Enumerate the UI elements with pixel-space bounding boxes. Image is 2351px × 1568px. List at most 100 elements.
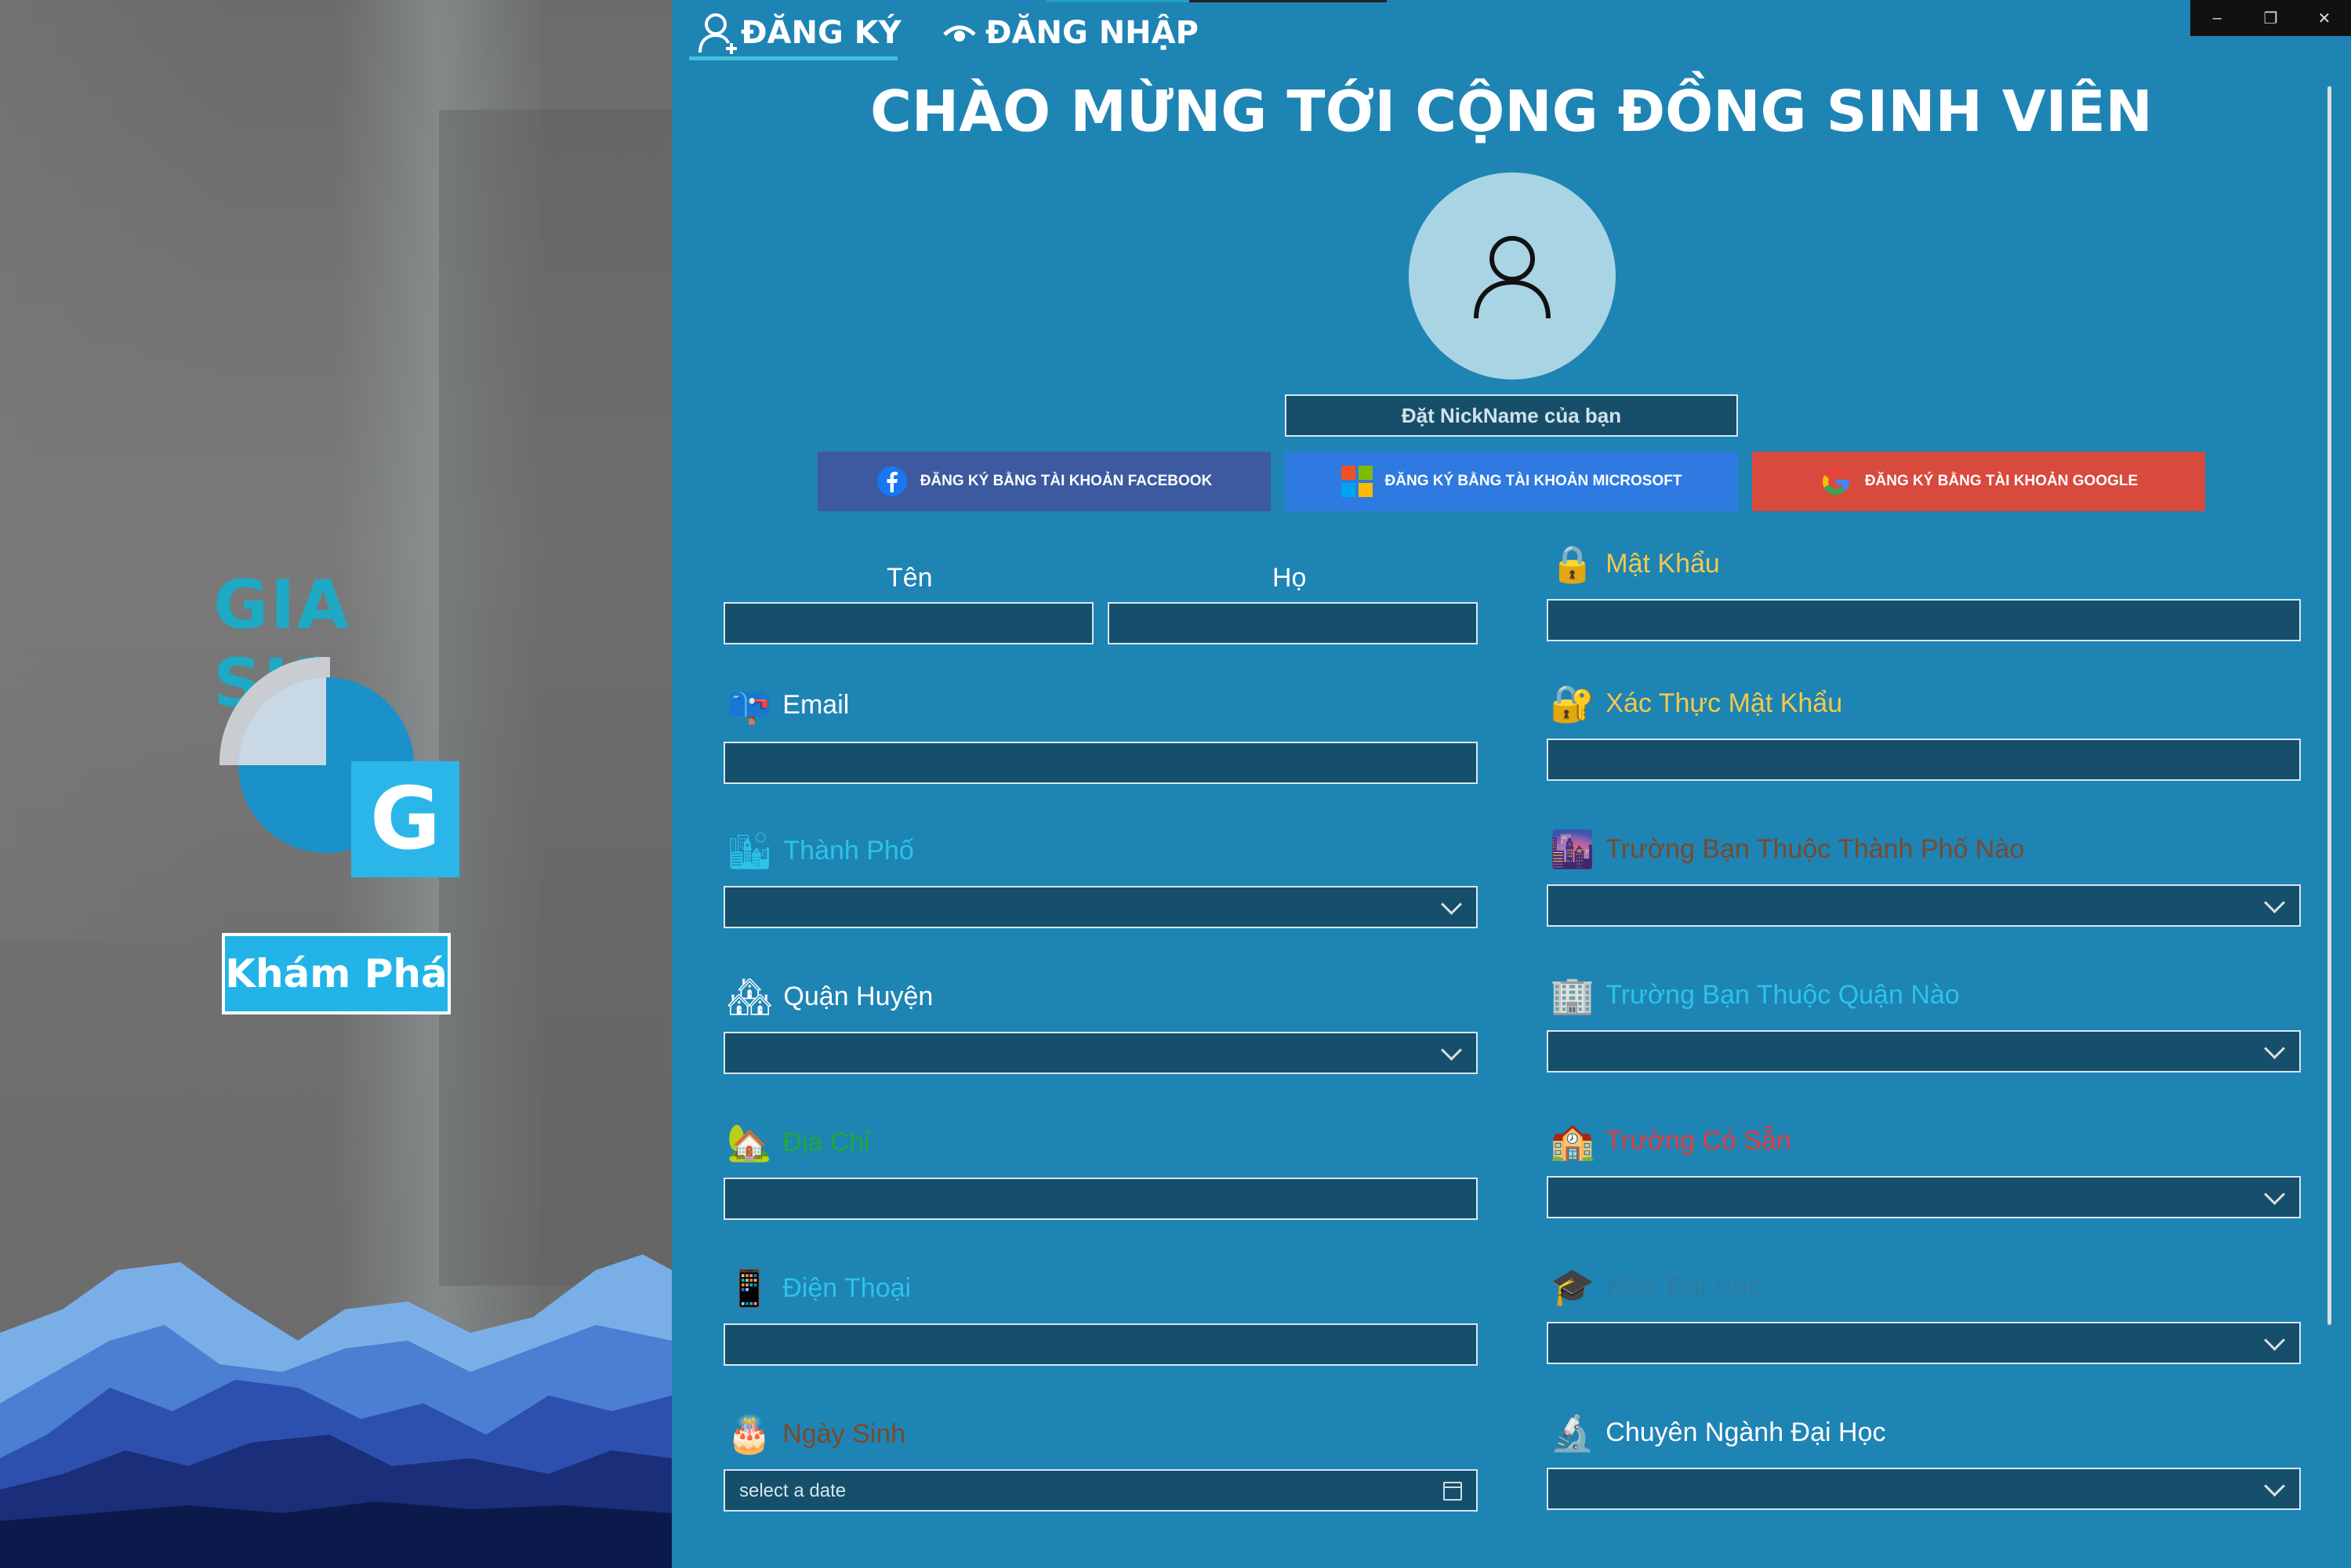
- left-panel: GIA SƯ G Khám Phá: [0, 0, 672, 1568]
- restore-button[interactable]: ❐: [2244, 0, 2297, 36]
- mountains-illustration: [0, 1254, 672, 1568]
- address-field[interactable]: [724, 1178, 1478, 1220]
- phone-field[interactable]: [724, 1323, 1478, 1366]
- user-icon: [1474, 236, 1551, 319]
- microsoft-icon: [1341, 466, 1373, 497]
- minimize-button[interactable]: –: [2190, 0, 2244, 36]
- signup-panel: ĐĂNG KÝ ĐĂNG NHẬP – ❐ ✕ CHÀO MỪNG TỚI CỘ…: [672, 0, 2351, 1568]
- logo-letter: G: [370, 768, 441, 869]
- password-label: Mật Khẩu: [1605, 548, 1720, 579]
- facebook-signup-label: ĐĂNG KÝ BẰNG TÀI KHOẢN FACEBOOK: [920, 473, 1213, 489]
- birthday-placeholder: select a date: [739, 1480, 847, 1501]
- confirm-password-label: Xác Thực Mật Khẩu: [1605, 688, 1843, 718]
- city-icon: 🏙: [727, 830, 773, 871]
- chevron-down-icon: [2264, 892, 2285, 913]
- tab-login-label: ĐĂNG NHẬP: [985, 15, 1199, 51]
- tab-register[interactable]: ĐĂNG KÝ: [697, 9, 902, 56]
- tab-register-label: ĐĂNG KÝ: [741, 15, 902, 51]
- major-label-row: 🔬 Chuyên Ngành Đại Học: [1550, 1414, 1885, 1450]
- microscope-icon: 🔬: [1550, 1412, 1595, 1453]
- lock-icon: 🔒: [1550, 543, 1595, 584]
- confirm-password-field[interactable]: [1547, 739, 2301, 781]
- facebook-icon: [876, 466, 907, 496]
- existing-school-label-row: 🏫 Trường Có Sẵn: [1550, 1123, 1791, 1159]
- cake-icon: 🎂: [727, 1414, 772, 1454]
- chevron-down-icon: [2264, 1475, 2285, 1497]
- graduation-cap-icon: 🎓: [1550, 1266, 1595, 1307]
- houses-icon: 🏘: [727, 976, 773, 1017]
- chevron-down-icon: [2264, 1330, 2285, 1351]
- window-controls: – ❐ ✕: [2190, 0, 2351, 36]
- chevron-down-icon: [1441, 894, 1462, 915]
- school-district-select[interactable]: [1547, 1030, 2301, 1073]
- tab-login[interactable]: ĐĂNG NHẬP: [941, 9, 1199, 56]
- district-label: Quận Huyện: [783, 981, 934, 1011]
- university-block-select[interactable]: [1547, 1322, 2301, 1364]
- phone-label: Điện Thoại: [782, 1272, 912, 1303]
- mobile-phone-icon: 📱: [727, 1268, 772, 1308]
- confirm-password-label-row: 🔐 Xác Thực Mật Khẩu: [1550, 685, 1842, 721]
- nickname-input[interactable]: Đặt NickName của bạn: [1285, 394, 1738, 437]
- chevron-down-icon: [2264, 1184, 2285, 1205]
- email-label: Email: [782, 689, 850, 720]
- chevron-down-icon: [2264, 1038, 2285, 1059]
- existing-school-select[interactable]: [1547, 1176, 2301, 1218]
- buildings-icon: 🏢: [1550, 975, 1595, 1015]
- district-select[interactable]: [724, 1032, 1478, 1074]
- address-label-row: 🏡 Địa Chỉ: [727, 1124, 870, 1160]
- city-label: Thành Phố: [783, 835, 914, 866]
- school-district-label-row: 🏢 Trường Bạn Thuộc Quận Nào: [1550, 977, 1960, 1013]
- password-label-row: 🔒 Mật Khẩu: [1550, 546, 1720, 582]
- birthday-datepicker[interactable]: select a date: [724, 1469, 1478, 1512]
- birthday-label-row: 🎂 Ngày Sinh: [727, 1416, 905, 1452]
- page-title: CHÀO MỪNG TỚI CỘNG ĐỒNG SINH VIÊN: [870, 78, 2153, 144]
- google-signup-label: ĐĂNG KÝ BẰNG TÀI KHOẢN GOOGLE: [1864, 473, 2139, 489]
- university-block-label-row: 🎓 Khối Đại Học: [1550, 1269, 1761, 1305]
- close-button[interactable]: ✕: [2298, 0, 2351, 36]
- major-select[interactable]: [1547, 1468, 2301, 1510]
- university-block-label: Khối Đại Học: [1605, 1271, 1761, 1301]
- google-signup-button[interactable]: ĐĂNG KÝ BẰNG TÀI KHOẢN GOOGLE: [1752, 452, 2205, 511]
- cityscape-icon: 🌆: [1550, 829, 1595, 869]
- lock-key-icon: 🔐: [1550, 683, 1595, 724]
- logo-icon: G: [219, 656, 459, 877]
- calendar-icon[interactable]: [1443, 1482, 1462, 1501]
- google-icon: [1822, 468, 1849, 495]
- birthday-label: Ngày Sinh: [782, 1418, 906, 1449]
- address-label: Địa Chỉ: [782, 1127, 870, 1157]
- last-name-label: Họ: [1272, 563, 1307, 593]
- city-select[interactable]: [724, 886, 1478, 928]
- microsoft-signup-label: ĐĂNG KÝ BẰNG TÀI KHOẢN MICROSOFT: [1384, 473, 1682, 489]
- eye-icon: [943, 25, 976, 42]
- background-blur: [0, 0, 235, 941]
- explore-button[interactable]: Khám Phá: [222, 933, 451, 1014]
- existing-school-label: Trường Có Sẵn: [1605, 1125, 1791, 1156]
- active-tab-indicator: [689, 56, 898, 60]
- email-field[interactable]: [724, 742, 1478, 784]
- last-name-field[interactable]: [1108, 602, 1478, 644]
- chevron-down-icon: [1441, 1040, 1462, 1061]
- facebook-signup-button[interactable]: ĐĂNG KÝ BẰNG TÀI KHOẢN FACEBOOK: [818, 452, 1271, 511]
- add-user-icon: [698, 13, 737, 54]
- district-label-row: 🏘 Quận Huyện: [727, 978, 933, 1014]
- avatar[interactable]: [1409, 172, 1616, 379]
- school-icon: 🏫: [1550, 1120, 1595, 1161]
- first-name-field[interactable]: [724, 602, 1094, 644]
- school-city-label: Trường Bạn Thuộc Thành Phố Nào: [1605, 833, 2025, 864]
- phone-label-row: 📱 Điện Thoại: [727, 1270, 911, 1306]
- scrollbar[interactable]: [2327, 86, 2331, 1325]
- house-icon: 🏡: [727, 1122, 772, 1163]
- top-progress-strip: [1189, 0, 1387, 2]
- school-city-select[interactable]: [1547, 884, 2301, 927]
- city-label-row: 🏙 Thành Phố: [727, 833, 914, 869]
- top-progress-strip: [1047, 0, 1189, 2]
- password-field[interactable]: [1547, 599, 2301, 641]
- microsoft-signup-button[interactable]: ĐĂNG KÝ BẰNG TÀI KHOẢN MICROSOFT: [1285, 452, 1738, 511]
- mailbox-icon: 📪: [727, 684, 772, 725]
- email-label-row: 📪 Email: [727, 687, 849, 723]
- background-blur: [439, 110, 672, 1286]
- major-label: Chuyên Ngành Đại Học: [1605, 1417, 1886, 1447]
- school-city-label-row: 🌆 Trường Bạn Thuộc Thành Phố Nào: [1550, 831, 2024, 867]
- first-name-label: Tên: [887, 563, 933, 593]
- school-district-label: Trường Bạn Thuộc Quận Nào: [1605, 979, 1960, 1010]
